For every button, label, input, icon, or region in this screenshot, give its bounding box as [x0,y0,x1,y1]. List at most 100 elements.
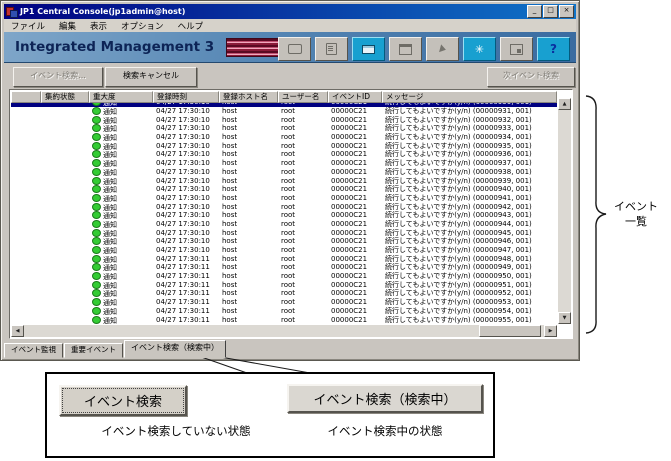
pointer-icon [438,44,447,54]
table-row[interactable]: 通知 04/27 17:30:11 host root 00000C21 続行し… [11,298,557,307]
horizontal-scroll-track[interactable] [24,325,544,337]
event-message: 続行してもよいですか(y/n) (00000939, 001) [385,176,532,185]
event-id: 00000C21 [331,159,368,168]
table-row[interactable]: 通知 04/27 17:30:11 host root 00000C21 続行し… [11,280,557,289]
registered-time: 04/27 17:30:11 [156,315,210,324]
horizontal-scroll-thumb[interactable] [479,325,541,337]
table-row[interactable]: 通知 04/27 17:30:10 host root 00000C21 続行し… [11,133,557,142]
event-message: 続行してもよいですか(y/n) (00000953, 001) [385,298,532,307]
table-row[interactable]: 通知 04/27 17:30:10 host root 00000C21 続行し… [11,202,557,211]
event-id: 00000C21 [331,115,368,124]
horizontal-scrollbar[interactable]: ◀ ▶ [11,325,557,337]
tab-important-events[interactable]: 重要イベント [64,343,123,358]
table-row[interactable]: 通知 04/27 17:30:10 host root 00000C21 続行し… [11,176,557,185]
event-message: 続行してもよいですか(y/n) (00000935, 001) [385,141,532,150]
table-row[interactable]: 通知 04/27 17:30:11 host root 00000C21 続行し… [11,315,557,324]
column-header-blank[interactable] [11,91,41,103]
event-list-brace [585,95,607,334]
event-id: 00000C21 [331,219,368,228]
menu-view[interactable]: 表示 [83,20,114,32]
severity-notice-icon [92,219,101,228]
severity-notice-icon [92,306,101,315]
severity-notice-icon [92,167,101,176]
event-message: 続行してもよいですか(y/n) (00000946, 001) [385,237,532,246]
registered-host: host [222,107,238,115]
severity-notice-icon [92,193,101,202]
severity-label: 通知 [103,116,117,125]
table-row[interactable]: 通知 04/27 17:30:10 host root 00000C21 続行し… [11,228,557,237]
next-event-search-button[interactable]: 次イベント検索 [487,67,575,87]
column-header-eventid[interactable]: イベントID [328,91,382,103]
table-row[interactable]: 通知 04/27 17:30:10 host root 00000C21 続行し… [11,219,557,229]
table-row[interactable]: 通知 04/27 17:30:10 host root 00000C21 続行し… [11,159,557,168]
scroll-up-icon[interactable]: ▲ [558,98,571,110]
registered-time: 04/27 17:30:10 [156,167,210,176]
callout-idle-search-button: イベント検索 [59,385,187,416]
table-row[interactable]: 通知 04/27 17:30:10 host root 00000C21 続行し… [11,107,557,116]
scroll-right-icon[interactable]: ▶ [544,325,557,337]
registered-host: host [222,211,238,220]
tab-event-monitor[interactable]: イベント監視 [4,343,63,358]
monitor-toolbar-button[interactable] [389,37,422,61]
column-header-host[interactable]: 登録ホスト名 [219,91,278,103]
registered-host: host [222,228,238,237]
search-toolbar-button[interactable]: ✳ [463,37,496,61]
event-id: 00000C21 [331,246,368,254]
table-row[interactable]: 通知 04/27 17:30:10 host root 00000C21 続行し… [11,167,557,177]
registered-time: 04/27 17:30:11 [156,263,210,272]
table-row[interactable]: 通知 04/27 17:30:10 host root 00000C21 続行し… [11,211,557,220]
table-row[interactable]: 通知 04/27 17:30:10 host root 00000C21 続行し… [11,246,557,255]
table-row[interactable]: 通知 04/27 17:30:11 host root 00000C21 続行し… [11,306,557,316]
column-header-severity[interactable]: 重大度 [89,91,153,103]
scroll-left-icon[interactable]: ◀ [11,325,24,337]
package-toolbar-button[interactable] [352,37,385,61]
table-row[interactable]: 通知 04/27 17:30:10 host root 00000C21 続行し… [11,124,557,133]
registered-host: host [222,150,238,159]
table-row[interactable]: 通知 04/27 17:30:10 host root 00000C21 続行し… [11,141,557,150]
window-toolbar-button[interactable] [500,37,533,61]
maximize-icon[interactable]: □ [543,5,558,18]
close-icon[interactable]: × [559,5,574,18]
registered-host: host [222,246,238,254]
vertical-scrollbar[interactable]: ▲ ▼ [558,98,571,324]
registered-host: host [222,219,238,228]
brand-logo [226,38,284,57]
table-row[interactable]: 通知 04/27 17:30:10 host root 00000C21 続行し… [11,150,557,159]
console-toolbar-button[interactable] [278,37,311,61]
column-header-aggregation[interactable]: 集約状態 [41,91,89,103]
report-toolbar-button[interactable] [315,37,348,61]
table-row[interactable]: 通知 04/27 17:30:10 host root 00000C21 続行し… [11,185,557,194]
menu-help[interactable]: ヘルプ [171,20,211,32]
registered-time: 04/27 17:30:10 [156,107,210,115]
registered-time: 04/27 17:30:10 [156,159,210,168]
table-row[interactable]: 通知 04/27 17:30:11 host root 00000C21 続行し… [11,263,557,272]
table-row[interactable]: 通知 04/27 17:30:10 host root 00000C21 続行し… [11,115,557,125]
minimize-icon[interactable]: _ [527,5,542,18]
user-name: root [281,228,296,237]
severity-label: 通知 [103,134,117,142]
column-header-user[interactable]: ユーザー名 [278,91,328,103]
menu-file[interactable]: ファイル [4,20,52,32]
severity-label: 通知 [103,273,117,281]
table-row[interactable]: 通知 04/27 17:30:11 host root 00000C21 続行し… [11,289,557,298]
column-header-time[interactable]: 登録時刻 [153,91,219,103]
tab-event-search-searching[interactable]: イベント検索（検索中） [124,340,226,358]
table-row[interactable]: 通知 04/27 17:30:11 host root 00000C21 続行し… [11,272,557,281]
column-header-message[interactable]: メッセージ [382,91,557,103]
table-row[interactable]: 通知 04/27 17:30:11 host root 00000C21 続行し… [11,254,557,263]
table-row[interactable]: 通知 04/27 17:30:10 host root 00000C21 続行し… [11,193,557,203]
callout-idle-caption: イベント検索していない状態 [101,424,251,438]
registered-host: host [222,237,238,246]
scroll-down-icon[interactable]: ▼ [558,312,571,324]
help-icon: ? [550,42,557,56]
table-row[interactable]: 通知 04/27 17:30:10 host root 00000C21 続行し… [11,237,557,246]
help-toolbar-button[interactable]: ? [537,37,570,61]
registered-host: host [222,185,238,194]
pointer-toolbar-button[interactable] [426,37,459,61]
registered-time: 04/27 17:30:10 [156,228,210,237]
menu-options[interactable]: オプション [114,20,171,32]
user-name: root [281,272,296,281]
cancel-search-button[interactable]: 検索キャンセル [105,67,197,87]
event-search-button[interactable]: イベント検索... [13,67,103,87]
menu-edit[interactable]: 編集 [52,20,83,32]
